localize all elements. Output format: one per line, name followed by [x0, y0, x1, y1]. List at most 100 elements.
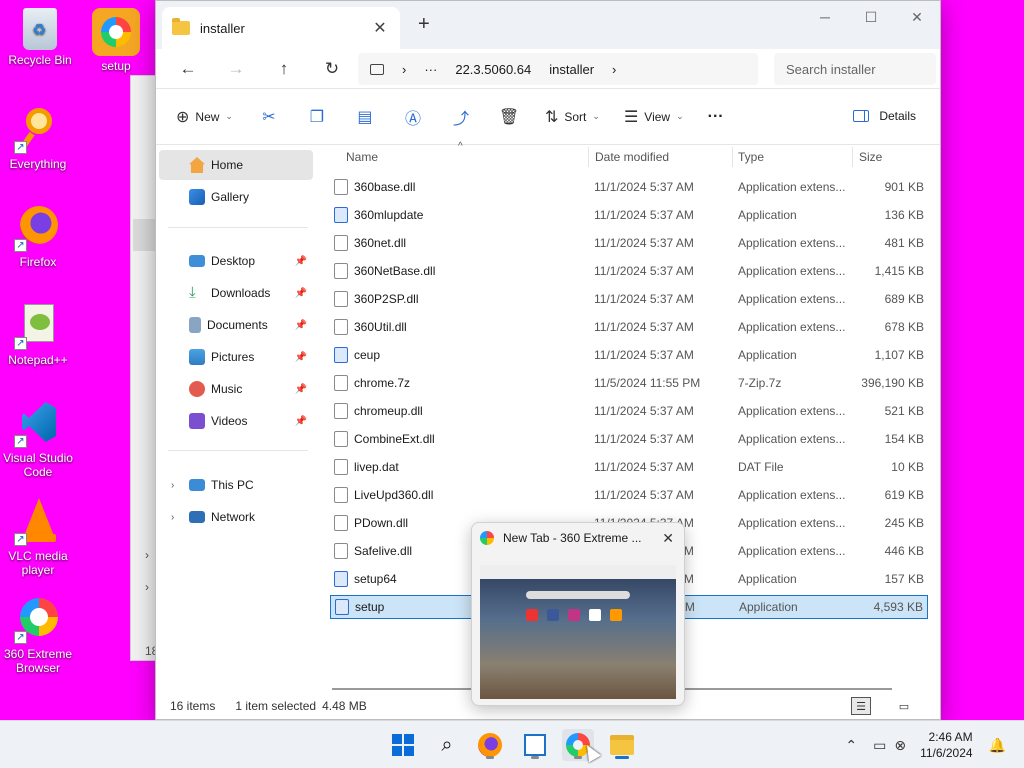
chevron-right-icon[interactable]: › — [171, 480, 174, 491]
breadcrumb-separator[interactable]: › — [402, 62, 406, 77]
taskbar-file-explorer[interactable] — [606, 729, 638, 761]
cut-icon[interactable]: ✂ — [257, 107, 281, 127]
up-button[interactable]: ↑ — [268, 59, 300, 79]
details-view-icon[interactable]: ☰ — [851, 697, 871, 715]
sort-button[interactable]: ⇅ Sort ⌄ — [545, 107, 600, 127]
chevron-right-icon[interactable]: › — [171, 512, 174, 523]
network-status-icon[interactable]: ▭ — [873, 737, 886, 754]
taskbar-thumbnail-preview[interactable]: New Tab - 360 Extreme ... ✕ — [471, 522, 685, 706]
minimize-button[interactable]: ─ — [802, 1, 848, 33]
desktop-icon-notepad[interactable]: ↗ Notepad++ — [0, 302, 76, 367]
file-row[interactable]: 360P2SP.dll 11/1/2024 5:37 AM Application … — [330, 287, 928, 311]
file-row[interactable]: 360Util.dll 11/1/2024 5:37 AM Application … — [330, 315, 928, 339]
column-header-type[interactable]: Type — [738, 150, 764, 164]
search-icon[interactable]: ⌕ — [431, 729, 463, 761]
column-divider[interactable] — [732, 147, 733, 167]
start-button[interactable] — [387, 729, 419, 761]
file-row[interactable]: 360base.dll 11/1/2024 5:37 AM Application … — [330, 175, 928, 199]
forward-button[interactable]: → — [220, 59, 252, 79]
desktop-icon-setup[interactable]: setup — [78, 8, 154, 73]
tiles-view-icon[interactable]: ▭ — [894, 697, 914, 715]
tab-installer[interactable]: installer ✕ — [162, 7, 400, 49]
title-bar[interactable]: installer ✕ + ─ ☐ ✕ — [156, 1, 940, 49]
desktop-icon-recycle-bin[interactable]: ♻ Recycle Bin — [2, 8, 78, 67]
copy-icon[interactable]: ❐ — [305, 107, 329, 127]
thumbnail-close-button[interactable]: ✕ — [662, 530, 674, 547]
sidebar-item-this-pc[interactable]: › This PC — [159, 470, 313, 500]
sidebar-item-downloads[interactable]: ⤓ Downloads 📌 — [159, 278, 313, 308]
details-pane-button[interactable]: Details — [853, 109, 916, 123]
column-divider[interactable] — [588, 147, 589, 167]
sidebar-item-desktop[interactable]: Desktop 📌 — [159, 246, 313, 276]
taskbar-firefox[interactable] — [474, 729, 506, 761]
sidebar-item-documents[interactable]: Documents 📌 — [159, 310, 313, 340]
file-row[interactable]: chrome.7z 11/5/2024 11:55 PM 7-Zip.7z 396,1… — [330, 371, 928, 395]
sidebar-item-network[interactable]: › Network — [159, 502, 313, 532]
close-button[interactable]: ✕ — [894, 1, 940, 33]
breadcrumb-item-installer[interactable]: installer — [549, 62, 594, 77]
more-options-button[interactable]: ··· — [708, 108, 724, 126]
file-icon — [334, 515, 348, 531]
rename-icon[interactable]: Ⓐ — [401, 105, 425, 129]
windows-icon — [392, 734, 414, 756]
file-row[interactable]: CombineExt.dll 11/1/2024 5:37 AM Applicati… — [330, 427, 928, 451]
file-icon — [334, 319, 348, 335]
column-header-date[interactable]: Date modified — [595, 150, 669, 164]
sidebar-item-music[interactable]: Music 📌 — [159, 374, 313, 404]
column-header-size[interactable]: Size — [859, 150, 882, 164]
notification-bell-icon[interactable]: 🔔 — [989, 737, 1006, 754]
delete-icon[interactable]: 🗑 — [497, 107, 521, 127]
file-row[interactable]: livep.dat 11/1/2024 5:37 AM DAT File 10 KB — [330, 455, 928, 479]
close-tab-icon[interactable]: ✕ — [370, 18, 390, 38]
file-row[interactable]: 360NetBase.dll 11/1/2024 5:37 AM Applicati… — [330, 259, 928, 283]
sidebar-item-pictures[interactable]: Pictures 📌 — [159, 342, 313, 372]
file-icon — [334, 459, 348, 475]
clock[interactable]: 2:46 AM 11/6/2024 — [920, 729, 973, 761]
taskbar-notepad[interactable] — [519, 729, 551, 761]
pin-icon[interactable]: 📌 — [295, 416, 307, 427]
volume-muted-icon[interactable]: ⊗ — [894, 737, 906, 754]
file-row[interactable]: chromeup.dll 11/1/2024 5:37 AM Application… — [330, 399, 928, 423]
pin-icon[interactable]: 📌 — [295, 352, 307, 363]
file-date: 11/1/2024 5:37 AM — [594, 404, 694, 418]
file-size: 245 KB — [884, 516, 924, 530]
view-button[interactable]: ☰ View ⌄ — [624, 107, 684, 127]
desktop-icon-firefox[interactable]: ↗ Firefox — [0, 204, 76, 269]
breadcrumb-more[interactable]: ··· — [424, 62, 437, 77]
new-tab-button[interactable]: + — [418, 13, 430, 36]
desktop-icon-everything[interactable]: ↗ Everything — [0, 106, 76, 171]
desktop-icon-360-browser[interactable]: ↗ 360 Extreme Browser — [0, 596, 76, 675]
maximize-button[interactable]: ☐ — [848, 1, 894, 33]
desktop-icon-vscode[interactable]: ↗ Visual Studio Code — [0, 400, 76, 479]
breadcrumb-item-version[interactable]: 22.3.5060.64 — [455, 62, 531, 77]
back-button[interactable]: ← — [172, 59, 204, 79]
file-row[interactable]: LiveUpd360.dll 11/1/2024 5:37 AM Applicati… — [330, 483, 928, 507]
file-type: DAT File — [738, 460, 784, 474]
column-divider[interactable] — [852, 147, 853, 167]
file-row[interactable]: 360net.dll 11/1/2024 5:37 AM Application e… — [330, 231, 928, 255]
firefox-icon: ↗ — [14, 204, 62, 252]
desktop-icon-vlc[interactable]: ↗ VLC media player — [0, 498, 76, 577]
sidebar-item-gallery[interactable]: Gallery — [159, 182, 313, 212]
breadcrumb[interactable]: › ··· 22.3.5060.64 installer › — [358, 53, 758, 85]
sidebar-item-home[interactable]: Home — [159, 150, 313, 180]
pin-icon[interactable]: 📌 — [295, 320, 307, 331]
pin-icon[interactable]: 📌 — [295, 256, 307, 267]
column-header-name[interactable]: Name — [346, 150, 378, 164]
file-row[interactable]: 360mlupdate 11/1/2024 5:37 AM Application 1… — [330, 203, 928, 227]
sidebar-item-videos[interactable]: Videos 📌 — [159, 406, 313, 436]
pin-icon[interactable]: 📌 — [295, 384, 307, 395]
paste-icon[interactable]: ▤ — [353, 107, 377, 127]
chevron-up-icon[interactable]: ⌃ — [845, 737, 857, 754]
computer-icon[interactable] — [370, 63, 384, 75]
new-button[interactable]: ⊕ New ⌄ — [176, 107, 233, 127]
share-icon[interactable]: ⤴ — [449, 105, 473, 129]
browser-preview-image[interactable] — [480, 565, 676, 699]
search-input[interactable]: Search installer — [774, 53, 936, 85]
file-row[interactable]: ceup 11/1/2024 5:37 AM Application 1,107 KB — [330, 343, 928, 367]
breadcrumb-separator[interactable]: › — [612, 62, 616, 77]
file-size: 4,593 KB — [873, 600, 923, 614]
pin-icon[interactable]: 📌 — [295, 288, 307, 299]
preview-toolbar — [480, 565, 676, 579]
refresh-button[interactable]: ↻ — [316, 59, 348, 79]
